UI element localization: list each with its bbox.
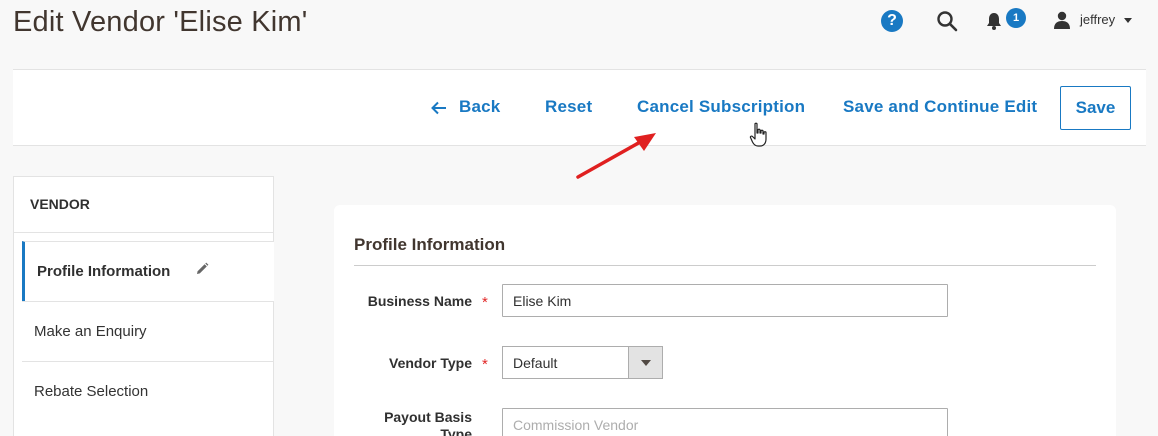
vendor-sidebar: VENDOR Profile Information Make an Enqui… xyxy=(13,176,274,436)
help-icon[interactable]: ? xyxy=(881,10,903,32)
back-arrow-icon[interactable] xyxy=(431,101,447,115)
sidebar-item-label: Rebate Selection xyxy=(34,383,149,400)
vendor-type-select[interactable]: Default xyxy=(502,346,663,379)
annotation-arrow-icon xyxy=(576,133,656,179)
bell-icon[interactable] xyxy=(986,12,1002,30)
sidebar-item-make-an-enquiry[interactable]: Make an Enquiry xyxy=(22,301,274,361)
sidebar-item-profile-information[interactable]: Profile Information xyxy=(22,241,274,301)
required-marker: * xyxy=(482,356,488,373)
sidebar-divider xyxy=(14,232,273,233)
section-divider xyxy=(354,265,1096,266)
save-button[interactable]: Save xyxy=(1060,86,1131,130)
business-name-input[interactable] xyxy=(502,284,948,317)
business-name-label: Business Name xyxy=(367,293,472,309)
sidebar-item-rebate-selection[interactable]: Rebate Selection xyxy=(22,361,274,421)
payout-basis-type-label: Payout Basis Type xyxy=(384,409,472,436)
search-icon[interactable] xyxy=(936,10,958,32)
page-title: Edit Vendor 'Elise Kim' xyxy=(13,6,308,38)
section-title: Profile Information xyxy=(354,235,506,254)
hand-cursor-icon xyxy=(749,122,767,147)
sidebar-item-label: Make an Enquiry xyxy=(34,323,147,340)
save-and-continue-button[interactable]: Save and Continue Edit xyxy=(843,97,1037,117)
required-marker: * xyxy=(482,294,488,311)
cancel-subscription-button[interactable]: Cancel Subscription xyxy=(637,97,805,117)
select-toggle[interactable] xyxy=(628,347,662,378)
payout-basis-type-input[interactable] xyxy=(502,408,948,436)
notification-badge[interactable]: 1 xyxy=(1006,8,1026,28)
pencil-icon xyxy=(197,262,209,274)
back-button[interactable]: Back xyxy=(459,97,500,117)
sidebar-item-label: Profile Information xyxy=(37,263,171,280)
user-icon[interactable] xyxy=(1053,11,1071,29)
reset-button[interactable]: Reset xyxy=(545,97,592,117)
vendor-type-label: Vendor Type xyxy=(389,355,472,371)
sidebar-heading: VENDOR xyxy=(30,196,90,212)
chevron-down-icon xyxy=(641,360,651,366)
vendor-type-value: Default xyxy=(513,355,558,371)
user-name[interactable]: jeffrey xyxy=(1080,12,1115,27)
chevron-down-icon[interactable] xyxy=(1124,18,1132,23)
profile-information-panel: Profile Information Business Name * Vend… xyxy=(334,205,1116,436)
